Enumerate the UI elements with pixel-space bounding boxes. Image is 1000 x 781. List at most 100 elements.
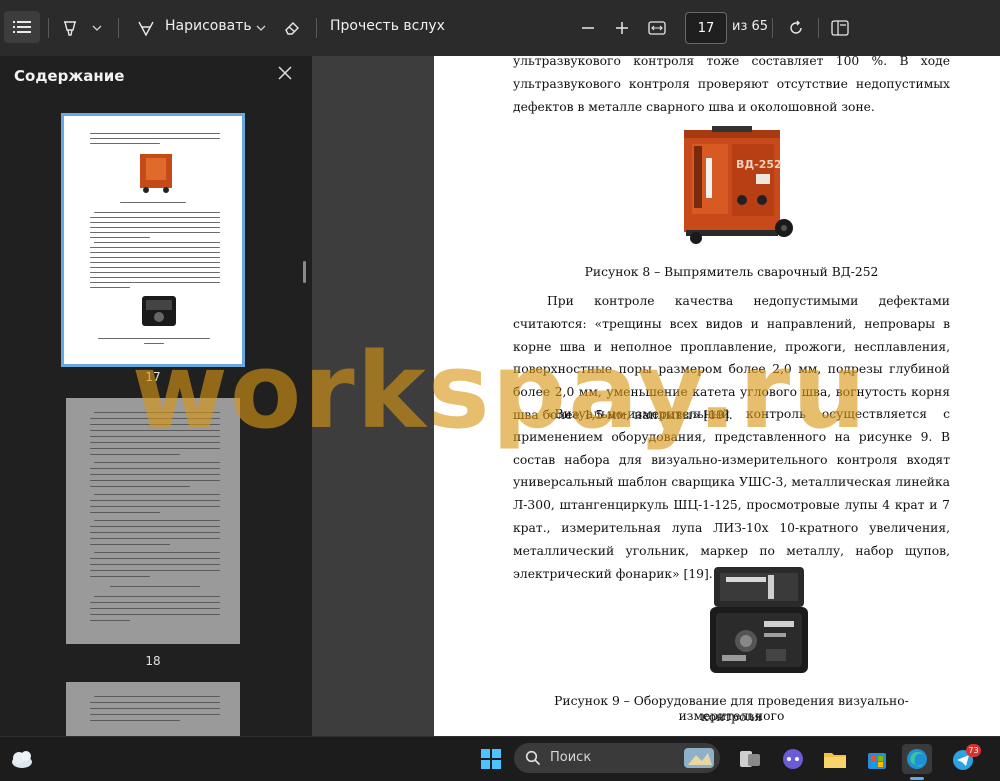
fit-to-width-button[interactable] [645,16,669,40]
thumbnail-page-18[interactable] [66,398,240,644]
text-line [144,343,164,344]
page-view-icon [831,20,849,36]
text-line [90,538,220,539]
text-line [90,217,220,218]
contents-sidebar: Содержание 17 18 [0,56,312,736]
text-line [90,442,220,443]
text-line [94,462,220,463]
text-line [90,564,220,565]
taskbar-app-file-explorer[interactable] [820,744,850,774]
read-aloud-button[interactable]: Прочесть вслух [330,18,445,34]
text-line [90,602,220,603]
text-line [90,506,220,507]
draw-button[interactable] [134,16,158,40]
close-sidebar-button[interactable] [276,64,296,84]
edge-icon [907,749,927,769]
eraser-icon [285,22,299,35]
start-button[interactable] [476,744,506,774]
taskbar-search-box[interactable]: Поиск [514,743,720,773]
text-line [90,282,220,283]
close-icon [278,66,292,80]
text-line [90,430,220,431]
vik-kit-thumbnail-image [142,296,176,326]
text-line [90,237,150,238]
weather-widget[interactable] [8,744,38,774]
text-line [120,202,186,203]
fit-width-icon [648,21,666,35]
store-icon [868,753,886,769]
text-line [90,480,220,481]
text-line [90,544,170,545]
text-line [90,436,220,437]
telegram-notification-badge: 73 [966,744,981,757]
thumbnail-page-number: 17 [145,370,161,384]
highlight-options-chevron[interactable] [90,20,104,36]
taskbar-app-taskview[interactable] [735,744,765,774]
rotate-icon [790,20,802,34]
cloud-icon [12,751,32,768]
draw-options-chevron[interactable] [254,20,268,36]
document-viewer: ультразвукового контроля тоже составляет… [312,56,1000,736]
draw-label[interactable]: Нарисовать [165,18,252,34]
text-line [90,287,130,288]
text-line [94,552,220,553]
text-line [94,696,220,697]
page-number-input[interactable]: 17 [685,12,727,44]
text-line [94,242,220,243]
pen-icon [138,21,154,37]
taskbar-app-store[interactable] [862,744,892,774]
toolbar-divider [48,18,49,38]
page-view-button[interactable] [828,16,852,40]
thumbnail-page-17[interactable] [61,113,245,367]
text-line [90,272,220,273]
text-line [94,212,220,213]
text-line [90,143,160,144]
text-line [90,418,220,419]
search-placeholder: Поиск [550,750,592,765]
text-line [94,520,220,521]
text-line [90,720,180,721]
list-icon [13,21,31,33]
search-highlight-icon [684,748,714,768]
pdf-page: ультразвукового контроля тоже составляет… [434,56,1000,736]
highlight-button[interactable] [58,16,82,40]
text-line [90,262,220,263]
windows-icon [481,749,501,769]
text-line [90,252,220,253]
text-line [94,494,220,495]
text-line [90,257,220,258]
text-line [90,714,220,715]
text-line [90,608,220,609]
total-pages-label: из 65 [732,19,769,34]
eraser-button[interactable] [280,16,304,40]
rotate-button[interactable] [784,16,808,40]
zoom-in-button[interactable] [610,16,634,40]
text-line [90,267,220,268]
zoom-out-button[interactable] [576,16,600,40]
text-line [90,277,220,278]
text-line [90,614,220,615]
text-line [98,338,210,339]
text-line [90,570,220,571]
text-line [94,412,220,413]
sidebar-scrollbar[interactable] [303,261,306,283]
windows-taskbar: Поиск 73 [0,736,1000,781]
highlighter-icon [64,21,76,36]
welder-model-label: ВД-252 [736,158,782,171]
thumbnail-page-19[interactable] [66,682,240,736]
text-line [110,586,200,587]
taskbar-app-edge[interactable] [902,744,932,774]
paragraph-visual-inspection: «Визуально-измерительный контроль осущес… [513,407,950,581]
taskbar-app-copilot[interactable] [778,744,808,774]
search-icon [525,750,541,766]
text-line [90,227,220,228]
thumbnail-page-number: 18 [145,654,161,668]
text-line [90,454,180,455]
text-line [90,500,220,501]
text-line [94,596,220,597]
contents-toggle-button[interactable] [4,11,40,43]
text-line [90,468,220,469]
minus-icon [582,27,594,29]
toolbar-divider [118,18,119,38]
sidebar-title: Содержание [14,67,125,85]
